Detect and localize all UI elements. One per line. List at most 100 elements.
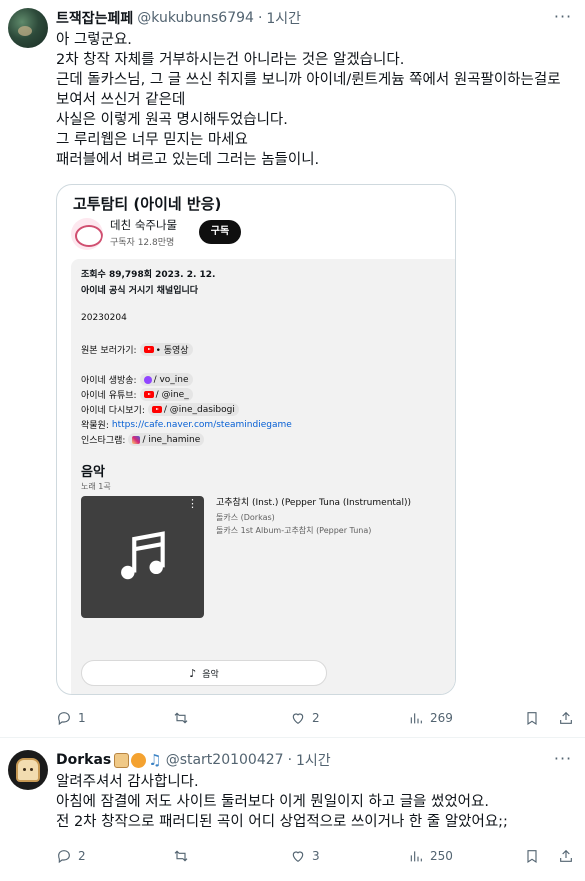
views-button[interactable]: 250 xyxy=(408,846,453,866)
avatar[interactable] xyxy=(8,750,48,790)
action-bar: 1 2 269 xyxy=(56,708,574,728)
handle[interactable]: @start20100427 xyxy=(166,752,284,768)
channel-avatar[interactable] xyxy=(71,218,103,250)
bookmark-icon xyxy=(527,850,537,864)
tweet-text: 알려주셔서 감사합니다. 아침에 잠결에 저도 사이트 둘러보다 이게 뭔일이지… xyxy=(56,772,576,832)
date-code: 20230204 xyxy=(81,313,127,323)
youtube-label: 아이네 유튜브: xyxy=(81,391,137,401)
text-line: 알려주셔서 감사합니다. xyxy=(56,774,199,790)
reply-count: 1 xyxy=(78,711,86,725)
stream-row: 아이네 생방송: / vo_ine xyxy=(81,373,193,386)
views-button[interactable]: 269 xyxy=(408,708,453,728)
music-heading: 음악 xyxy=(81,465,105,480)
music-count: 노래 1곡 xyxy=(81,482,111,491)
bookmark-button[interactable] xyxy=(524,846,540,866)
bread-emoji-icon xyxy=(114,752,130,768)
channel-note: 아이네 공식 거시기 채널입니다 xyxy=(81,286,199,296)
tweet[interactable]: 트잭잡는페페 @kukubuns6794 · 1시간 ··· 아 그렇군요. 2… xyxy=(0,0,585,738)
insta-chip[interactable]: / ine_hamine xyxy=(128,433,205,446)
youtube-row: 아이네 유튜브: / @ine_ xyxy=(81,388,193,401)
like-count: 2 xyxy=(312,711,320,725)
avatar[interactable] xyxy=(8,8,48,48)
embedded-media-card[interactable]: 고투탐티 (아이네 반응) 데친 숙주나물 구독자 12.8만명 구독 조회수 … xyxy=(56,184,456,695)
share-icon xyxy=(560,711,572,724)
reply-button[interactable]: 2 xyxy=(56,846,86,866)
original-chip-label: • 동영상 xyxy=(155,346,189,356)
text-line: 사실은 이렇게 원곡 명시해두었습니다. xyxy=(56,112,288,128)
separator: · xyxy=(257,10,263,26)
display-name[interactable]: Dorkas xyxy=(56,752,111,768)
text-line: 보여서 쓰신거 같은데 xyxy=(56,92,186,108)
replay-chip-label: / @ine_dasibogi xyxy=(163,404,235,415)
twitch-icon xyxy=(143,375,152,384)
action-bar: 2 3 250 xyxy=(56,846,574,866)
youtube-chip-label: / @ine_ xyxy=(155,389,189,400)
text-line: 2차 창작 자체를 거부하시는건 아니라는 것은 알겠습니다. xyxy=(56,52,405,68)
retweet-button[interactable] xyxy=(173,846,195,866)
handle[interactable]: @kukubuns6794 xyxy=(137,10,254,26)
retweet-icon xyxy=(174,850,188,862)
text-line: 전 2차 창작으로 패러디된 곡이 어디 상업적으로 쓰이거나 한 줄 알았어요… xyxy=(56,814,508,830)
album-art[interactable]: ⋮ xyxy=(81,496,204,618)
views-icon xyxy=(410,713,422,724)
reply-button[interactable]: 1 xyxy=(56,708,86,728)
date-code-text: 20230204 xyxy=(81,313,127,323)
share-button[interactable] xyxy=(558,846,574,866)
original-label: 원본 보러가기: xyxy=(81,346,137,356)
tweet-text: 아 그렇군요. 2차 창작 자체를 거부하시는건 아니라는 것은 알겠습니다. … xyxy=(56,30,576,170)
views-icon xyxy=(410,851,422,862)
display-name[interactable]: 트잭잡는페페 xyxy=(56,8,133,28)
stream-label: 아이네 생방송: xyxy=(81,376,137,386)
more-icon[interactable]: ··· xyxy=(553,751,573,772)
insta-chip-label: / ine_hamine xyxy=(142,434,201,445)
youtube-icon xyxy=(143,346,154,353)
original-row: 원본 보러가기: • 동영상 xyxy=(81,343,193,356)
channel-name[interactable]: 데친 숙주나물 xyxy=(110,217,177,233)
bookmark-button[interactable] xyxy=(524,708,540,728)
reply-icon xyxy=(58,712,70,726)
more-icon[interactable]: ··· xyxy=(553,9,573,30)
text-line: 그 루리웹은 너무 믿지는 마세요 xyxy=(56,132,248,148)
like-count: 3 xyxy=(312,849,320,863)
youtube-chip[interactable]: / @ine_ xyxy=(139,388,193,401)
bookmark-icon xyxy=(527,712,537,726)
share-icon xyxy=(560,849,572,862)
music-button-label: 음악 xyxy=(202,669,219,680)
reply-icon xyxy=(58,850,70,864)
insta-row: 인스타그램: / ine_hamine xyxy=(81,433,205,446)
music-button[interactable]: ♪ 음악 xyxy=(81,660,327,686)
original-chip[interactable]: • 동영상 xyxy=(139,343,193,356)
video-description: 조회수 89,798회 2023. 2. 12. 아이네 공식 거시기 채널입니… xyxy=(71,259,455,694)
stream-chip[interactable]: / vo_ine xyxy=(139,373,193,386)
subscriber-count: 구독자 12.8만명 xyxy=(110,238,175,248)
video-title: 고투탐티 (아이네 반응) xyxy=(73,195,222,213)
song-artist: 돌카스 (Dorkas) xyxy=(216,513,275,522)
share-button[interactable] xyxy=(558,708,574,728)
text-line: 아 그렇군요. xyxy=(56,32,132,48)
tiger-emoji-icon xyxy=(131,752,147,768)
subscribe-button[interactable]: 구독 xyxy=(199,220,241,244)
retweet-icon xyxy=(174,712,188,724)
timestamp[interactable]: 1시간 xyxy=(266,8,301,28)
like-button[interactable]: 3 xyxy=(290,846,320,866)
text-line: 아침에 잠결에 저도 사이트 둘러보다 이게 뭔일이지 하고 글을 썼었어요. xyxy=(56,794,489,810)
music-note-icon: ♪ xyxy=(189,666,197,680)
cafe-link[interactable]: https://cafe.naver.com/steamindiegame xyxy=(112,420,292,430)
instagram-icon xyxy=(132,435,141,444)
youtube-icon xyxy=(151,406,162,413)
more-vertical-icon[interactable]: ⋮ xyxy=(187,498,198,509)
tweet[interactable]: Dorkas ♫ @start20100427 · 1시간 ··· 알려주셔서 … xyxy=(0,739,585,881)
song-title[interactable]: 고추참치 (Inst.) (Pepper Tuna (Instrumental)… xyxy=(216,495,411,508)
replay-chip[interactable]: / @ine_dasibogi xyxy=(147,403,239,416)
timestamp[interactable]: 1시간 xyxy=(296,750,331,770)
name-emoji: ♫ xyxy=(114,752,162,768)
retweet-button[interactable] xyxy=(173,708,195,728)
stream-chip-label: / vo_ine xyxy=(153,374,189,385)
like-button[interactable]: 2 xyxy=(290,708,320,728)
tweet-header: Dorkas ♫ @start20100427 · 1시간 xyxy=(56,750,331,770)
text-line: 패러블에서 벼르고 있는데 그러는 놈들이니. xyxy=(56,152,320,168)
song-album: 돌카스 1st Album-고추참치 (Pepper Tuna) xyxy=(216,526,372,535)
cafe-label: 왁물원: xyxy=(81,421,109,431)
tweet-header: 트잭잡는페페 @kukubuns6794 · 1시간 xyxy=(56,8,301,28)
text-line: 근데 돌카스님, 그 글 쓰신 취지를 보니까 아이네/륀트게늄 쪽에서 원곡팔… xyxy=(56,72,561,88)
